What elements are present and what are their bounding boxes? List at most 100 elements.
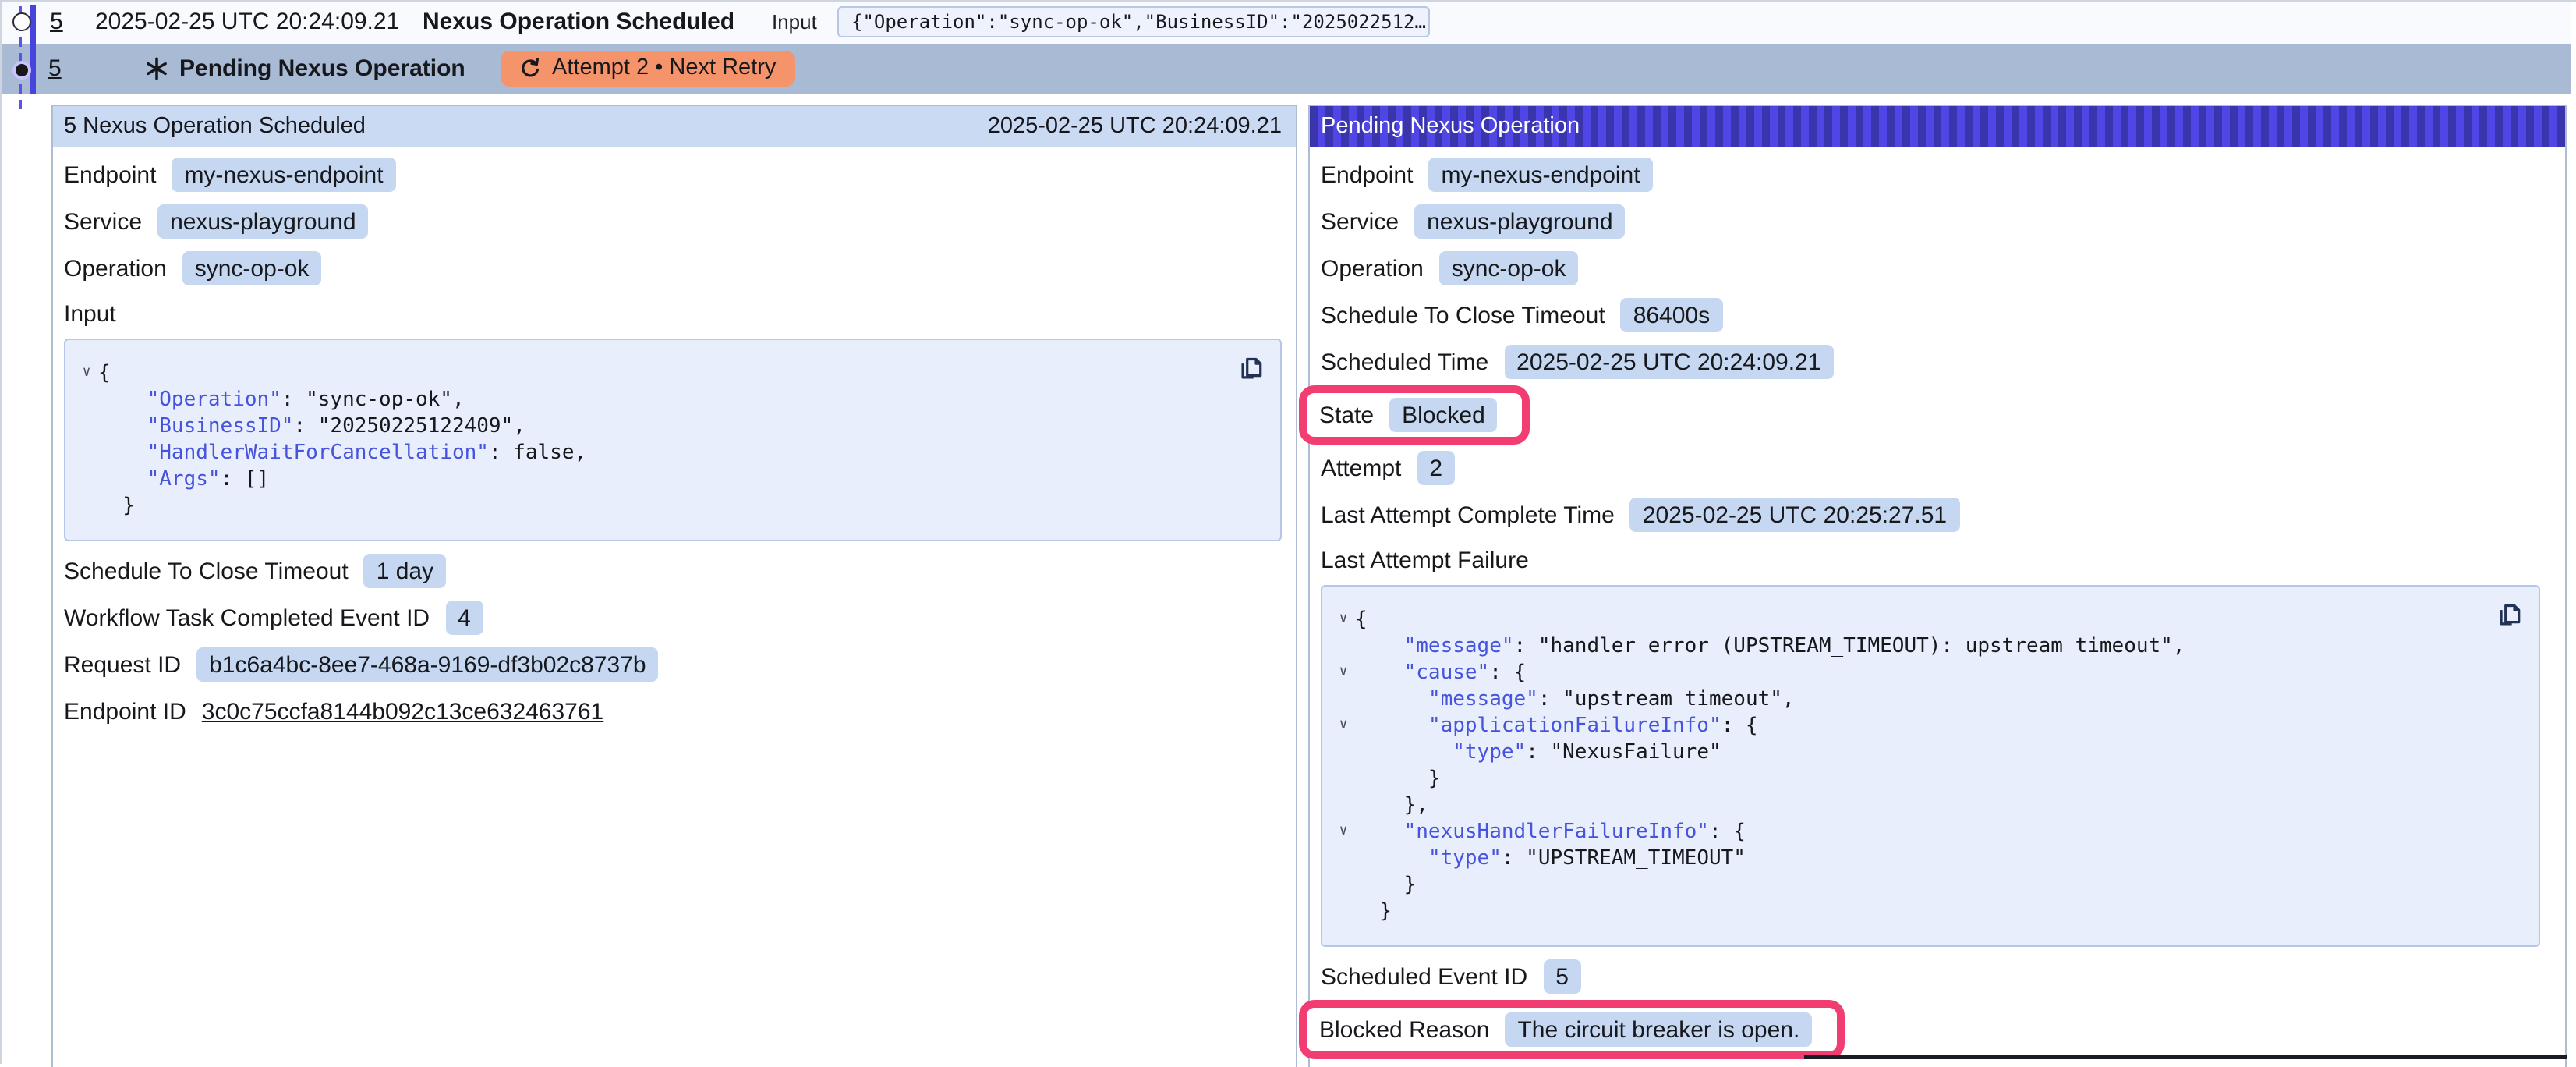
asterisk-icon (145, 57, 168, 80)
field-attempt: Attempt 2 (1321, 445, 2553, 491)
field-workflow-task-completed-event-id: Workflow Task Completed Event ID4 (64, 594, 1283, 641)
field-value-badge: Blocked (1389, 398, 1498, 432)
attempt-retry-badge: Attempt 2 • Next Retry (501, 51, 794, 87)
code-gutter (75, 466, 98, 493)
code-line: "Operation": "sync-op-ok", (75, 387, 1218, 413)
code-text: { (1355, 607, 1368, 633)
code-text: { (98, 360, 111, 387)
code-text: "message": "upstream timeout", (1355, 686, 1795, 713)
field-last-attempt-failure: Last Attempt Failure (1321, 538, 2553, 582)
event-id-link[interactable]: 5 (50, 9, 63, 36)
code-line: "type": "NexusFailure" (1332, 739, 2476, 766)
code-gutter (75, 440, 98, 466)
attempt-retry-text: Attempt 2 • Next Retry (552, 56, 776, 81)
field-label: Endpoint ID (64, 698, 186, 725)
json-code-viewer-last-attempt-failure: ∨{ "message": "handler error (UPSTREAM_T… (1321, 585, 2540, 947)
workflow-history-view: 5 2025-02-25 UTC 20:24:09.21 Nexus Opera… (0, 0, 2576, 1064)
code-line: } (1332, 872, 2476, 899)
field-value-badge: The circuit breaker is open. (1505, 1012, 1812, 1047)
bottom-annotation-line (1804, 1055, 2567, 1058)
field-label: Scheduled Event ID (1321, 963, 1527, 990)
field-value-badge: 5 (1543, 959, 1581, 994)
pending-operation-title: Pending Nexus Operation (179, 55, 465, 82)
code-gutter (75, 493, 98, 519)
code-text: "message": "handler error (UPSTREAM_TIME… (1355, 633, 2185, 660)
code-line: "message": "upstream timeout", (1332, 686, 2476, 713)
json-code-viewer-input: ∨{ "Operation": "sync-op-ok", "BusinessI… (64, 339, 1282, 541)
code-gutter (1332, 792, 1355, 819)
collapse-chevron-icon[interactable]: ∨ (1332, 660, 1355, 686)
code-text: }, (1355, 792, 1428, 819)
field-endpoint: Endpoint my-nexus-endpoint (64, 151, 1283, 198)
retry-icon (519, 58, 541, 80)
field-scheduled-event-id: Scheduled Event ID 5 (1321, 953, 2553, 1000)
event-detail-panel-scheduled: 5 Nexus Operation Scheduled 2025-02-25 U… (51, 105, 1297, 1067)
field-operation: Operationsync-op-ok (64, 245, 1283, 292)
field-label: Service (1321, 208, 1399, 235)
input-preview-badge[interactable]: {"Operation":"sync-op-ok","BusinessID":"… (837, 7, 1430, 38)
code-line: } (75, 493, 1218, 519)
field-state: State Blocked (1321, 385, 2553, 445)
highlight-annotation-blocked-reason: Blocked ReasonThe circuit breaker is ope… (1299, 1000, 1845, 1059)
field-label: Endpoint (1321, 161, 1413, 188)
field-label: Attempt (1321, 455, 1401, 481)
code-text: "type": "UPSTREAM_TIMEOUT" (1355, 845, 1746, 872)
field-schedule-to-close-timeout: Schedule To Close Timeout1 day (64, 548, 1283, 594)
code-text: "Operation": "sync-op-ok", (98, 387, 465, 413)
code-gutter (75, 413, 98, 440)
code-text: } (1355, 766, 1441, 792)
field-value-badge: 2 (1417, 451, 1455, 485)
field-schedule-to-close-timeout: Schedule To Close Timeout86400s (1321, 292, 2553, 339)
field-label: Operation (64, 255, 167, 282)
field-label: Service (64, 208, 142, 235)
code-gutter (1332, 845, 1355, 872)
highlight-annotation-state: State Blocked (1299, 385, 1530, 445)
collapse-chevron-icon[interactable]: ∨ (1332, 713, 1355, 739)
event-row-pending[interactable]: 5 Pending Nexus Operation Attempt 2 • Ne… (2, 43, 2571, 94)
field-label: Endpoint (64, 161, 156, 188)
field-value-badge: 2025-02-25 UTC 20:24:09.21 (1504, 345, 1833, 379)
field-value-badge: my-nexus-endpoint (1428, 158, 1652, 192)
event-detail-panel-pending: Pending Nexus Operation Endpointmy-nexus… (1308, 105, 2567, 1067)
code-text: "nexusHandlerFailureInfo": { (1355, 819, 1746, 845)
field-value-badge: 2025-02-25 UTC 20:25:27.51 (1630, 498, 1959, 532)
collapse-chevron-icon[interactable]: ∨ (1332, 607, 1355, 633)
field-value-link[interactable]: 3c0c75ccfa8144b092c13ce632463761 (202, 698, 603, 725)
code-text: "BusinessID": "20250225122409", (98, 413, 525, 440)
event-name: Nexus Operation Scheduled (423, 9, 734, 36)
code-line: } (1332, 899, 2476, 925)
input-label: Input (772, 11, 817, 34)
code-gutter (1332, 872, 1355, 899)
code-gutter (1332, 739, 1355, 766)
event-id-link[interactable]: 5 (48, 55, 62, 82)
field-scheduled-time: Scheduled Time 2025-02-25 UTC 20:24:09.21 (1321, 339, 2553, 385)
field-blocked-reason: Blocked ReasonThe circuit breaker is ope… (1321, 1000, 2553, 1059)
code-line: } (1332, 766, 2476, 792)
code-text: "HandlerWaitForCancellation": false, (98, 440, 586, 466)
field-label: Scheduled Time (1321, 349, 1488, 375)
code-line: "type": "UPSTREAM_TIMEOUT" (1332, 845, 2476, 872)
collapse-chevron-icon[interactable]: ∨ (1332, 819, 1355, 845)
event-timestamp: 2025-02-25 UTC 20:24:09.21 (95, 9, 399, 36)
timeline-dot-filled (12, 61, 30, 80)
copy-icon[interactable] (2496, 601, 2523, 629)
field-label: Last Attempt Failure (1321, 547, 1529, 573)
panel-header-scheduled: 5 Nexus Operation Scheduled 2025-02-25 U… (53, 106, 1296, 147)
field-label: Workflow Task Completed Event ID (64, 604, 430, 631)
field-value-badge: my-nexus-endpoint (172, 158, 395, 192)
code-line: ∨ "applicationFailureInfo": { (1332, 713, 2476, 739)
code-gutter (1332, 766, 1355, 792)
code-line: "Args": [] (75, 466, 1218, 493)
field-label: State (1319, 402, 1374, 428)
code-text: "applicationFailureInfo": { (1355, 713, 1758, 739)
field-label: Input (64, 300, 116, 327)
field-value-badge: b1c6a4bc-8ee7-468a-9169-df3b02c8737b (196, 647, 658, 682)
code-text: "cause": { (1355, 660, 1526, 686)
panel-timestamp: 2025-02-25 UTC 20:24:09.21 (988, 114, 1282, 139)
event-row-scheduled[interactable]: 5 2025-02-25 UTC 20:24:09.21 Nexus Opera… (2, 2, 2571, 43)
copy-icon[interactable] (1238, 354, 1265, 382)
code-text: } (1355, 899, 1392, 925)
code-gutter (1332, 686, 1355, 713)
collapse-chevron-icon[interactable]: ∨ (75, 360, 98, 387)
code-text: } (1355, 872, 1416, 899)
